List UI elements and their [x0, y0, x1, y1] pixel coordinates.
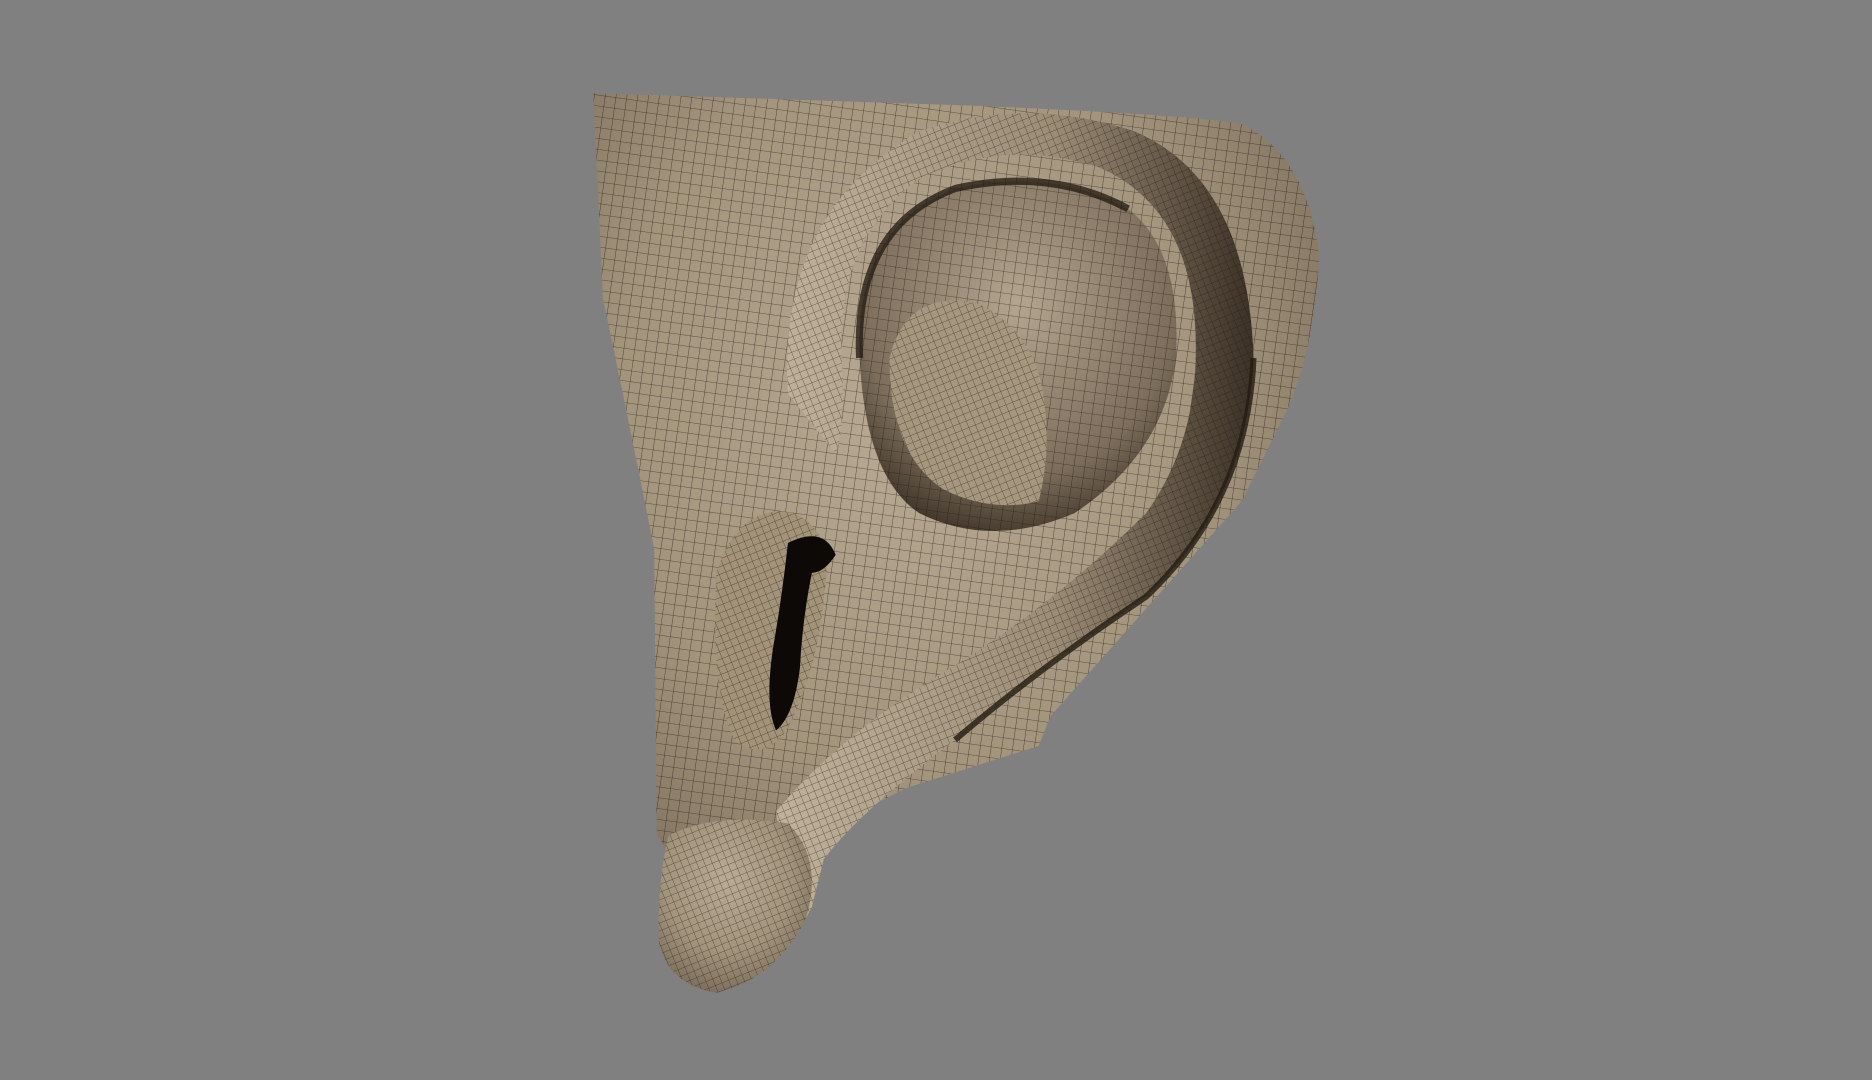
viewport-canvas[interactable] [0, 0, 1872, 1080]
3d-viewport[interactable] [0, 0, 1872, 1080]
earlobe [658, 819, 812, 993]
